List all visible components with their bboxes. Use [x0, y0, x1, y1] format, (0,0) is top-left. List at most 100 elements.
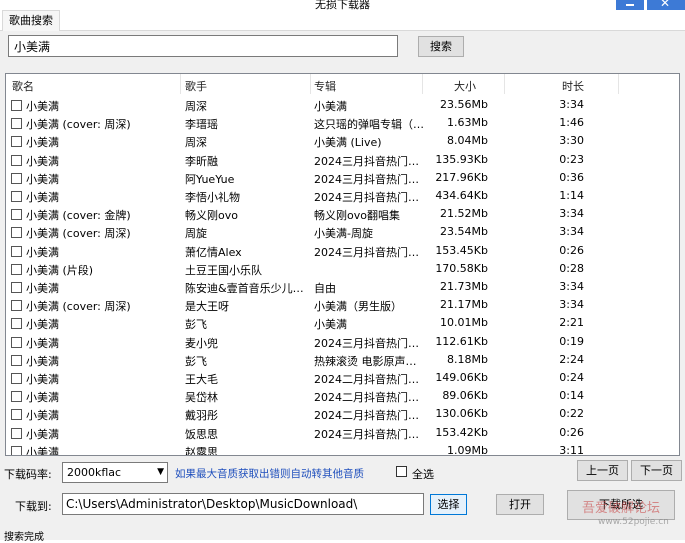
prev-page-button[interactable]: 上一页	[577, 460, 628, 481]
song-size: 217.96Kb	[435, 170, 488, 184]
download-path-label: 下载到:	[15, 500, 52, 513]
song-artist: 是大王呀	[185, 300, 229, 314]
close-button[interactable]: ✕	[647, 0, 685, 10]
row-checkbox[interactable]	[11, 391, 22, 403]
row-checkbox[interactable]	[11, 445, 22, 455]
quality-notice: 如果最大音质获取出错则自动转其他音质	[175, 468, 364, 480]
select-all-checkbox[interactable]	[396, 466, 407, 477]
table-row[interactable]: 小美满 饭思思 2024三月抖音热门… 153.42Kb 0:26	[6, 424, 679, 442]
table-row[interactable]: 小美满 彭飞 热辣滚烫 电影原声… 8.18Mb 2:24	[6, 351, 679, 369]
header-duration[interactable]: 时长	[562, 78, 584, 94]
table-row[interactable]: 小美满 阿YueYue 2024三月抖音热门… 217.96Kb 0:36	[6, 169, 679, 187]
song-name: 小美满	[26, 282, 59, 295]
row-checkbox[interactable]	[11, 118, 22, 130]
song-artist: 周旋	[185, 227, 207, 241]
song-size: 434.64Kb	[435, 189, 488, 202]
table-row[interactable]: 小美满 (片段) 土豆王国小乐队 170.58Kb 0:28	[6, 260, 679, 278]
row-checkbox[interactable]	[11, 191, 22, 202]
song-artist: 畅义刚ovo	[185, 209, 238, 223]
row-checkbox[interactable]	[11, 427, 22, 439]
song-duration: 0:36	[559, 170, 584, 184]
song-name: 小美满	[26, 318, 59, 332]
table-row[interactable]: 小美满 (cover: 周深) 周旋 小美满-周旋 23.54Mb 3:34	[6, 223, 679, 241]
search-input[interactable]: 小美满	[8, 35, 398, 57]
song-duration: 2:24	[559, 352, 584, 366]
song-duration: 3:34	[559, 298, 584, 312]
tab-song-search[interactable]: 歌曲搜索	[2, 10, 60, 31]
row-checkbox[interactable]	[11, 172, 22, 184]
row-checkbox[interactable]	[11, 209, 22, 221]
row-checkbox[interactable]	[11, 263, 22, 275]
open-folder-button[interactable]: 打开	[496, 494, 544, 515]
row-checkbox[interactable]	[11, 245, 22, 257]
song-name: 小美满 (cover: 周深)	[26, 300, 131, 314]
row-checkbox[interactable]	[11, 336, 22, 348]
table-row[interactable]: 小美满 (cover: 周深) 李瑨瑶 这只瑶的弹唱专辑（… 1.63Mb 1:46	[6, 114, 679, 132]
row-checkbox[interactable]	[11, 300, 22, 312]
song-duration: 0:26	[559, 243, 584, 257]
song-name: 小美满	[26, 373, 59, 386]
song-size: 149.06Kb	[435, 371, 488, 384]
song-artist: 陈安迪&壹首音乐少儿…	[185, 282, 304, 295]
song-album: 小美满（男生版）	[314, 300, 402, 314]
song-name: 小美满 (cover: 周深)	[26, 227, 131, 241]
row-checkbox[interactable]	[11, 227, 22, 239]
song-duration: 3:11	[559, 443, 584, 456]
row-checkbox[interactable]	[11, 354, 22, 366]
bitrate-value: 2000kflac	[67, 466, 122, 479]
next-page-button[interactable]: 下一页	[631, 460, 682, 481]
table-row[interactable]: 小美满 吴岱林 2024二月抖音热门… 89.06Kb 0:14	[6, 387, 679, 405]
row-checkbox[interactable]	[11, 373, 22, 384]
bitrate-select[interactable]: 2000kflac ▼	[62, 462, 168, 483]
table-row[interactable]: 小美满 李悟小礼物 2024三月抖音热门… 434.64Kb 1:14	[6, 187, 679, 205]
results-table: 歌名 歌手 专辑 大小 时长 小美满 周深 小美满 23.56Mb 3:34 小美满 (c…	[5, 73, 680, 456]
song-album: 2024二月抖音热门…	[314, 409, 419, 423]
minimize-button[interactable]	[616, 0, 644, 10]
row-checkbox[interactable]	[11, 136, 22, 148]
row-checkbox[interactable]	[11, 318, 22, 330]
table-row[interactable]: 小美满 彭飞 小美满 10.01Mb 2:21	[6, 314, 679, 332]
table-row[interactable]: 小美满 戴羽彤 2024二月抖音热门… 130.06Kb 0:22	[6, 405, 679, 423]
choose-folder-button[interactable]: 选择	[430, 494, 467, 515]
chevron-down-icon: ▼	[157, 467, 164, 477]
song-album: 2024三月抖音热门…	[314, 336, 419, 350]
search-button[interactable]: 搜索	[418, 36, 464, 57]
song-name: 小美满	[26, 154, 59, 168]
table-row[interactable]: 小美满 麦小兜 2024三月抖音热门… 112.61Kb 0:19	[6, 333, 679, 351]
row-checkbox[interactable]	[11, 282, 22, 293]
table-row[interactable]: 小美满 李昕融 2024三月抖音热门… 135.93Kb 0:23	[6, 151, 679, 169]
song-duration: 0:19	[559, 334, 584, 348]
header-album[interactable]: 专辑	[314, 78, 336, 94]
song-duration: 0:26	[559, 425, 584, 439]
song-album: 2024三月抖音热门…	[314, 172, 419, 186]
header-size[interactable]: 大小	[454, 78, 476, 94]
song-artist: 周深	[185, 136, 207, 150]
song-duration: 0:14	[559, 389, 584, 403]
song-size: 170.58Kb	[435, 261, 488, 275]
row-checkbox[interactable]	[11, 154, 22, 166]
song-size: 21.52Mb	[440, 207, 488, 221]
status-text: 搜索完成	[4, 532, 44, 543]
row-checkbox[interactable]	[11, 409, 22, 421]
select-all-label: 全选	[412, 468, 434, 481]
song-size: 8.18Mb	[447, 352, 488, 366]
song-duration: 3:34	[559, 207, 584, 221]
row-checkbox[interactable]	[11, 100, 22, 111]
header-name[interactable]: 歌名	[12, 78, 34, 94]
table-row[interactable]: 小美满 (cover: 周深) 是大王呀 小美满（男生版） 21.17Mb 3:34	[6, 296, 679, 314]
song-size: 153.42Kb	[435, 425, 488, 439]
song-artist: 李昕融	[185, 154, 218, 168]
table-row[interactable]: 小美满 陈安迪&壹首音乐少儿… 自由 21.73Mb 3:34	[6, 278, 679, 296]
table-row[interactable]: 小美满 (cover: 金牌) 畅义刚ovo 畅义刚ovo翻唱集 21.52Mb 3:3…	[6, 205, 679, 223]
song-duration: 1:46	[559, 116, 584, 130]
minimize-icon	[626, 4, 634, 6]
song-artist: 李瑨瑶	[185, 118, 218, 132]
table-row[interactable]: 小美满 周深 小美满 (Live) 8.04Mb 3:30	[6, 132, 679, 150]
song-size: 21.17Mb	[440, 298, 488, 312]
table-row[interactable]: 小美满 萧亿情Alex 2024三月抖音热门… 153.45Kb 0:26	[6, 242, 679, 260]
header-artist[interactable]: 歌手	[185, 78, 207, 94]
table-row[interactable]: 小美满 赵露思 1.09Mb 3:11	[6, 442, 679, 456]
download-path-input[interactable]: C:\Users\Administrator\Desktop\MusicDown…	[62, 493, 424, 515]
table-row[interactable]: 小美满 周深 小美满 23.56Mb 3:34	[6, 96, 679, 114]
table-row[interactable]: 小美满 王大毛 2024二月抖音热门… 149.06Kb 0:24	[6, 369, 679, 387]
